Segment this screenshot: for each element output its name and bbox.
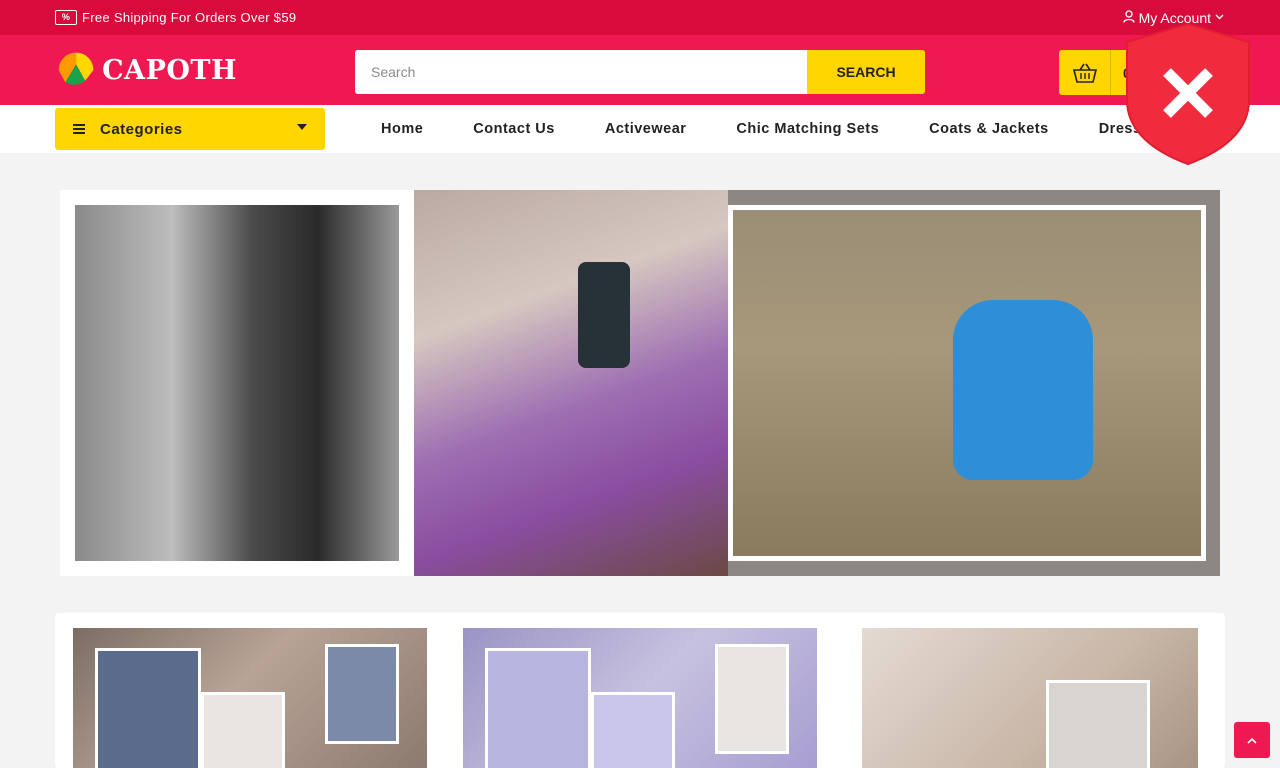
- nav-item-chic-matching-sets[interactable]: Chic Matching Sets: [736, 121, 879, 137]
- shipping-promo: % Free Shipping For Orders Over $59: [55, 0, 296, 35]
- top-bar: % Free Shipping For Orders Over $59 My A…: [0, 0, 1280, 35]
- discount-ticket-icon: %: [55, 10, 77, 25]
- back-to-top-button[interactable]: [1234, 722, 1270, 758]
- promo-card-photo: [591, 692, 675, 768]
- menu-bars-icon: [73, 124, 85, 134]
- search-button[interactable]: SEARCH: [807, 50, 925, 94]
- nav-item-coats-jackets[interactable]: Coats & Jackets: [929, 121, 1049, 137]
- logo-mark-icon: [58, 52, 94, 85]
- nav-menu: Home Contact Us Activewear Chic Matching…: [356, 105, 1184, 153]
- nav-item-activewear[interactable]: Activewear: [605, 121, 687, 137]
- hero-photo-blue-outfit: [953, 300, 1093, 480]
- search-input[interactable]: [355, 50, 807, 94]
- search-bar: SEARCH: [355, 50, 925, 94]
- basket-icon: [1059, 50, 1111, 95]
- promo-card-photo: [1046, 680, 1150, 768]
- promo-card-photo: [715, 644, 789, 754]
- promo-card-photo: [485, 648, 591, 768]
- nav-item-contact-us[interactable]: Contact Us: [473, 121, 555, 137]
- promo-banners: [55, 613, 1225, 768]
- brand-name: CAPOTH: [102, 54, 237, 86]
- nav-item-home[interactable]: Home: [381, 121, 423, 137]
- promo-card[interactable]: [463, 628, 817, 768]
- categories-label: Categories: [100, 120, 183, 138]
- hero-photo-bw: [75, 205, 399, 561]
- shipping-promo-text: Free Shipping For Orders Over $59: [82, 10, 297, 25]
- shield-x-icon: [1126, 22, 1250, 166]
- promo-card[interactable]: [862, 628, 1198, 768]
- categories-dropdown[interactable]: Categories: [55, 108, 325, 150]
- security-shield-badge[interactable]: [1125, 22, 1251, 166]
- caret-down-icon: [297, 124, 307, 130]
- phone-image: [578, 262, 630, 368]
- promo-card-photo: [95, 648, 201, 768]
- hero-image-middle: [414, 190, 728, 576]
- main-navbar: Categories Home Contact Us Activewear Ch…: [0, 105, 1280, 153]
- hero-image-right: [728, 205, 1206, 561]
- chevron-up-icon: [1247, 737, 1257, 744]
- promo-card-photo: [325, 644, 399, 744]
- promo-card-photo: [201, 692, 285, 768]
- promo-card[interactable]: [73, 628, 427, 768]
- site-logo[interactable]: CAPOTH: [57, 47, 237, 93]
- hero-image-left: [60, 190, 414, 576]
- hero-banner[interactable]: [60, 190, 1220, 576]
- site-header: CAPOTH SEARCH 0: [0, 35, 1280, 105]
